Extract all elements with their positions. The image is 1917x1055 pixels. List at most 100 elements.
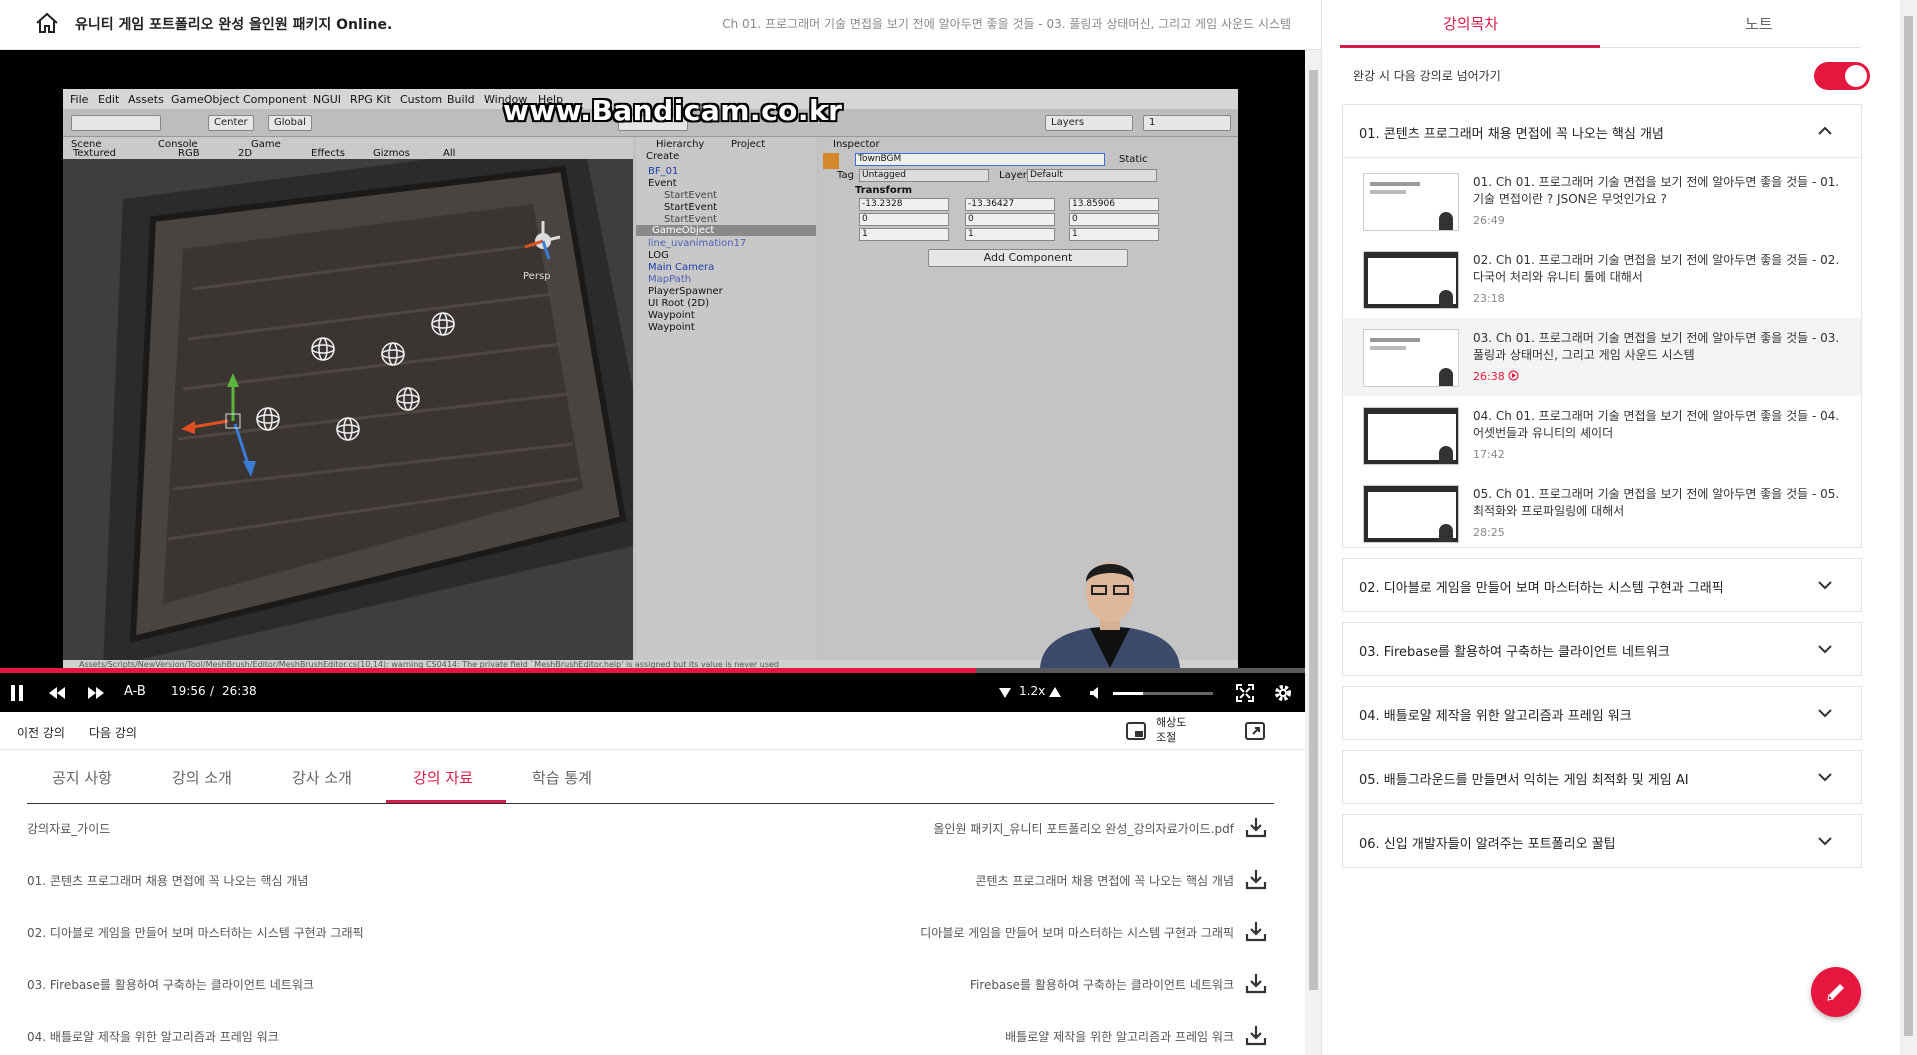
position-x: -13.2328 (859, 198, 949, 211)
volume-level (1113, 692, 1143, 695)
tab-course-intro[interactable]: 강의 소개 (172, 767, 232, 788)
download-icon[interactable] (1245, 972, 1267, 994)
lesson-duration: 26:49 (1473, 214, 1505, 227)
presenter-video (1040, 562, 1180, 668)
prev-lecture-button[interactable]: 이전 강의 (17, 724, 65, 741)
chevron-up-icon[interactable] (1817, 125, 1833, 137)
course-title: 유니티 게임 포트폴리오 완성 올인원 패키지 Online. (75, 17, 393, 33)
static-checkbox: Static (1119, 154, 1148, 165)
tab-notice[interactable]: 공지 사항 (52, 767, 112, 788)
settings-gear-icon[interactable] (1274, 684, 1292, 702)
sidebar-scrollbar-thumb[interactable] (1904, 16, 1913, 1036)
curriculum-section-collapsed[interactable]: 03. Firebase를 활용하여 구축하는 클라이언트 네트워크 (1342, 622, 1862, 676)
pencil-icon (1827, 984, 1844, 1001)
download-icon[interactable] (1245, 868, 1267, 890)
main-scrollbar[interactable] (1305, 50, 1321, 1055)
material-row: 02. 디아블로 게임을 만들어 보며 마스터하는 시스템 구현과 그래픽 디아… (27, 908, 1274, 960)
top-bar: 유니티 게임 포트폴리오 완성 올인원 패키지 Online. Ch 01. 프… (0, 0, 1321, 50)
curriculum-section-collapsed[interactable]: 04. 배틀로얄 제작을 위한 알고리즘과 프레임 워크 (1342, 686, 1862, 740)
rotation-z: 0 (1069, 213, 1159, 226)
fast-forward-icon[interactable] (87, 687, 105, 699)
material-section: 03. Firebase를 활용하여 구축하는 클라이언트 네트워크 (27, 978, 314, 992)
autoplay-toggle[interactable] (1814, 62, 1870, 90)
lesson-item[interactable]: 04. Ch 01. 프로그래머 기술 면접을 보기 전에 알아두면 좋을 것들… (1343, 396, 1861, 474)
unity-menu-item: Edit (98, 93, 120, 106)
material-file-link[interactable]: 디아블로 게임을 만들어 보며 마스터하는 시스템 구현과 그래픽 (920, 924, 1234, 941)
hierarchy-item: PlayerSpawner (648, 286, 723, 297)
thumb-presenter (1439, 368, 1453, 386)
main-scrollbar-thumb[interactable] (1309, 70, 1318, 990)
lesson-duration: 23:18 (1473, 292, 1505, 305)
next-lecture-button[interactable]: 다음 강의 (89, 724, 137, 741)
curriculum-section-collapsed[interactable]: 06. 신입 개발자들이 알려주는 포트폴리오 꿀팁 (1342, 814, 1862, 868)
chevron-down-icon[interactable] (1817, 707, 1833, 719)
material-file-link[interactable]: 올인원 패키지_유니티 포트폴리오 완성_강의자료가이드.pdf (933, 820, 1234, 837)
popout-icon[interactable] (1245, 722, 1265, 740)
chevron-down-icon[interactable] (1817, 771, 1833, 783)
lesson-item-current[interactable]: 03. Ch 01. 프로그래머 기술 면접을 보기 전에 알아두면 좋을 것들… (1343, 318, 1861, 396)
tab-instructor-intro[interactable]: 강사 소개 (292, 767, 352, 788)
hierarchy-item: MapPath (648, 274, 692, 285)
pause-icon[interactable] (10, 685, 24, 701)
object-name-field: TownBGM (855, 153, 1105, 166)
curriculum-section-collapsed[interactable]: 05. 배틀그라운드를 만들면서 익히는 게임 최적화 및 게임 AI (1342, 750, 1862, 804)
autoplay-toggle-knob (1845, 65, 1867, 87)
tab-course-materials[interactable]: 강의 자료 (413, 767, 473, 788)
unity-center-button: Center (208, 115, 254, 131)
chevron-down-icon[interactable] (1817, 579, 1833, 591)
tab-notes[interactable]: 노트 (1745, 13, 1773, 34)
thumb-presenter (1439, 524, 1453, 542)
volume-icon[interactable] (1089, 686, 1103, 700)
unity-global-button: Global (268, 115, 312, 131)
section-title: 03. Firebase를 활용하여 구축하는 클라이언트 네트워크 (1359, 645, 1670, 660)
lesson-item[interactable]: 05. Ch 01. 프로그래머 기술 면접을 보기 전에 알아두면 좋을 것들… (1343, 474, 1861, 552)
download-icon[interactable] (1245, 920, 1267, 942)
sidebar-tabs: 강의목차 노트 (1340, 0, 1860, 48)
unity-persp-label: Persp (523, 271, 551, 282)
download-icon[interactable] (1245, 816, 1267, 838)
tag-dropdown: Untagged (859, 169, 989, 182)
hierarchy-item: Waypoint (648, 310, 695, 321)
chevron-down-icon[interactable] (1817, 643, 1833, 655)
thumb-presenter (1439, 446, 1453, 464)
fullscreen-icon[interactable] (1236, 684, 1254, 702)
sidebar-scrollbar[interactable] (1900, 0, 1917, 1055)
material-file-link[interactable]: 배틀로얄 제작을 위한 알고리즘과 프레임 워크 (1005, 1028, 1234, 1045)
section-title: 02. 디아블로 게임을 만들어 보며 마스터하는 시스템 구현과 그래픽 (1359, 581, 1724, 596)
video-player[interactable]: File Edit Assets GameObject Component NG… (0, 50, 1305, 712)
material-row: 04. 배틀로얄 제작을 위한 알고리즘과 프레임 워크 배틀로얄 제작을 위한… (27, 1012, 1274, 1055)
material-file-link[interactable]: Firebase를 활용하여 구축하는 클라이언트 네트워크 (970, 976, 1234, 993)
unity-hierarchy-panel: Hierarchy Project Create BF_01 Event Sta… (636, 137, 816, 668)
lesson-duration: 28:25 (1473, 526, 1505, 539)
download-icon[interactable] (1245, 1024, 1267, 1046)
gameobject-icon (823, 153, 839, 169)
speed-down-icon[interactable] (999, 688, 1011, 698)
video-frame[interactable]: File Edit Assets GameObject Component NG… (0, 50, 1305, 670)
now-playing-icon (1508, 370, 1519, 381)
current-time: 19:56 (171, 684, 206, 698)
volume-slider[interactable] (1113, 692, 1213, 695)
unity-menu-item: RPG Kit (350, 93, 391, 106)
rewind-icon[interactable] (48, 687, 66, 699)
section-header[interactable]: 01. 콘텐츠 프로그래머 채용 면접에 꼭 나오는 핵심 개념 (1343, 105, 1861, 157)
ab-repeat-button[interactable]: A-B (124, 684, 146, 699)
material-file-link[interactable]: 콘텐츠 프로그래머 채용 면접에 꼭 나오는 핵심 개념 (975, 872, 1234, 889)
hierarchy-item: Main Camera (648, 262, 715, 273)
curriculum-section-collapsed[interactable]: 02. 디아블로 게임을 만들어 보며 마스터하는 시스템 구현과 그래픽 (1342, 558, 1862, 612)
speed-up-icon[interactable] (1049, 687, 1061, 697)
tab-curriculum[interactable]: 강의목차 (1443, 13, 1498, 34)
tab-learning-stats[interactable]: 학습 통계 (532, 767, 592, 788)
material-section: 04. 배틀로얄 제작을 위한 알고리즘과 프레임 워크 (27, 1030, 279, 1044)
unity-2d-button: 2D (238, 148, 253, 159)
video-controls: A-B 19:56 / 26:38 1.2x (0, 673, 1305, 712)
lesson-item[interactable]: ✓ 02. Ch 01. 프로그래머 기술 면접을 보기 전에 알아두면 좋을 … (1343, 240, 1861, 318)
material-section: 강의자료_가이드 (27, 822, 111, 836)
home-icon[interactable] (34, 11, 60, 35)
resolution-button[interactable]: 해상도 조절 (1156, 715, 1196, 745)
lesson-item[interactable]: ✓ 01. Ch 01. 프로그래머 기술 면접을 보기 전에 알아두면 좋을 … (1343, 162, 1861, 240)
write-note-button[interactable] (1811, 967, 1861, 1017)
thumb-presenter (1439, 212, 1453, 230)
chevron-down-icon[interactable] (1817, 835, 1833, 847)
picture-in-picture-icon[interactable] (1126, 722, 1146, 740)
section-title: 01. 콘텐츠 프로그래머 채용 면접에 꼭 나오는 핵심 개념 (1359, 127, 1664, 142)
